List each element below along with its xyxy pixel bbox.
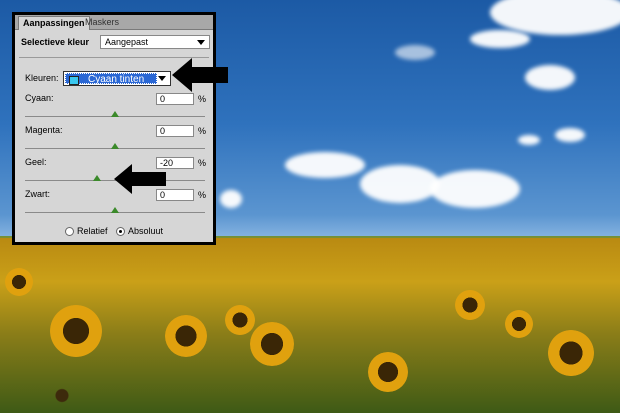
colors-label: Kleuren:: [25, 73, 59, 83]
relative-label: Relatief: [77, 226, 108, 236]
sunflower: [250, 322, 294, 366]
tab-maskers[interactable]: Maskers: [81, 16, 123, 29]
sunflower: [368, 352, 408, 392]
yellow-slider-handle[interactable]: [93, 175, 101, 181]
cloud: [220, 190, 242, 208]
black-label: Zwart:: [25, 189, 51, 199]
cloud: [525, 65, 575, 90]
panel-tabs: Aanpassingen Maskers: [15, 15, 213, 30]
magenta-value-input[interactable]: 0: [156, 125, 194, 137]
magenta-unit: %: [198, 126, 207, 136]
cloud: [555, 128, 585, 142]
cloud: [518, 135, 540, 145]
cyan-swatch-icon: [69, 76, 79, 85]
cyan-slider-handle[interactable]: [111, 111, 119, 117]
sunflower: [505, 310, 533, 338]
absolute-radio[interactable]: [116, 227, 125, 236]
cloud: [285, 152, 365, 178]
black-unit: %: [198, 190, 207, 200]
sunflower: [455, 290, 485, 320]
absolute-label: Absoluut: [128, 226, 164, 236]
magenta-slider-handle[interactable]: [111, 143, 119, 149]
cloud: [430, 170, 520, 208]
sunflower: [165, 315, 207, 357]
sunflower: [5, 268, 33, 296]
sunflower: [548, 330, 594, 376]
left-arrow-icon: [172, 58, 228, 92]
preset-value: Aangepast: [105, 37, 149, 47]
relative-radio[interactable]: [65, 227, 74, 236]
colors-value: Cyaan tinten: [88, 74, 145, 85]
cyan-label: Cyaan:: [25, 93, 54, 103]
chevron-down-icon: [158, 76, 166, 81]
cloud: [360, 165, 440, 203]
yellow-label: Geel:: [25, 157, 47, 167]
cloud: [470, 30, 530, 48]
cyan-unit: %: [198, 94, 207, 104]
sunflower: [225, 305, 255, 335]
adjustments-panel: Aanpassingen Maskers Selectieve kleur Aa…: [12, 12, 216, 245]
panel-title: Selectieve kleur: [21, 37, 90, 47]
colors-dropdown[interactable]: Cyaan tinten: [63, 71, 171, 86]
colors-selection: Cyaan tinten: [65, 73, 157, 85]
chevron-down-icon: [197, 40, 205, 45]
preset-dropdown[interactable]: Aangepast: [100, 35, 210, 49]
tab-aanpassingen[interactable]: Aanpassingen: [18, 16, 90, 30]
cloud: [395, 45, 435, 60]
black-slider-handle[interactable]: [111, 207, 119, 213]
magenta-label: Magenta:: [25, 125, 63, 135]
cyan-value-input[interactable]: 0: [156, 93, 194, 105]
sunflower: [50, 305, 102, 357]
yellow-unit: %: [198, 158, 207, 168]
left-arrow-icon: [114, 164, 166, 194]
